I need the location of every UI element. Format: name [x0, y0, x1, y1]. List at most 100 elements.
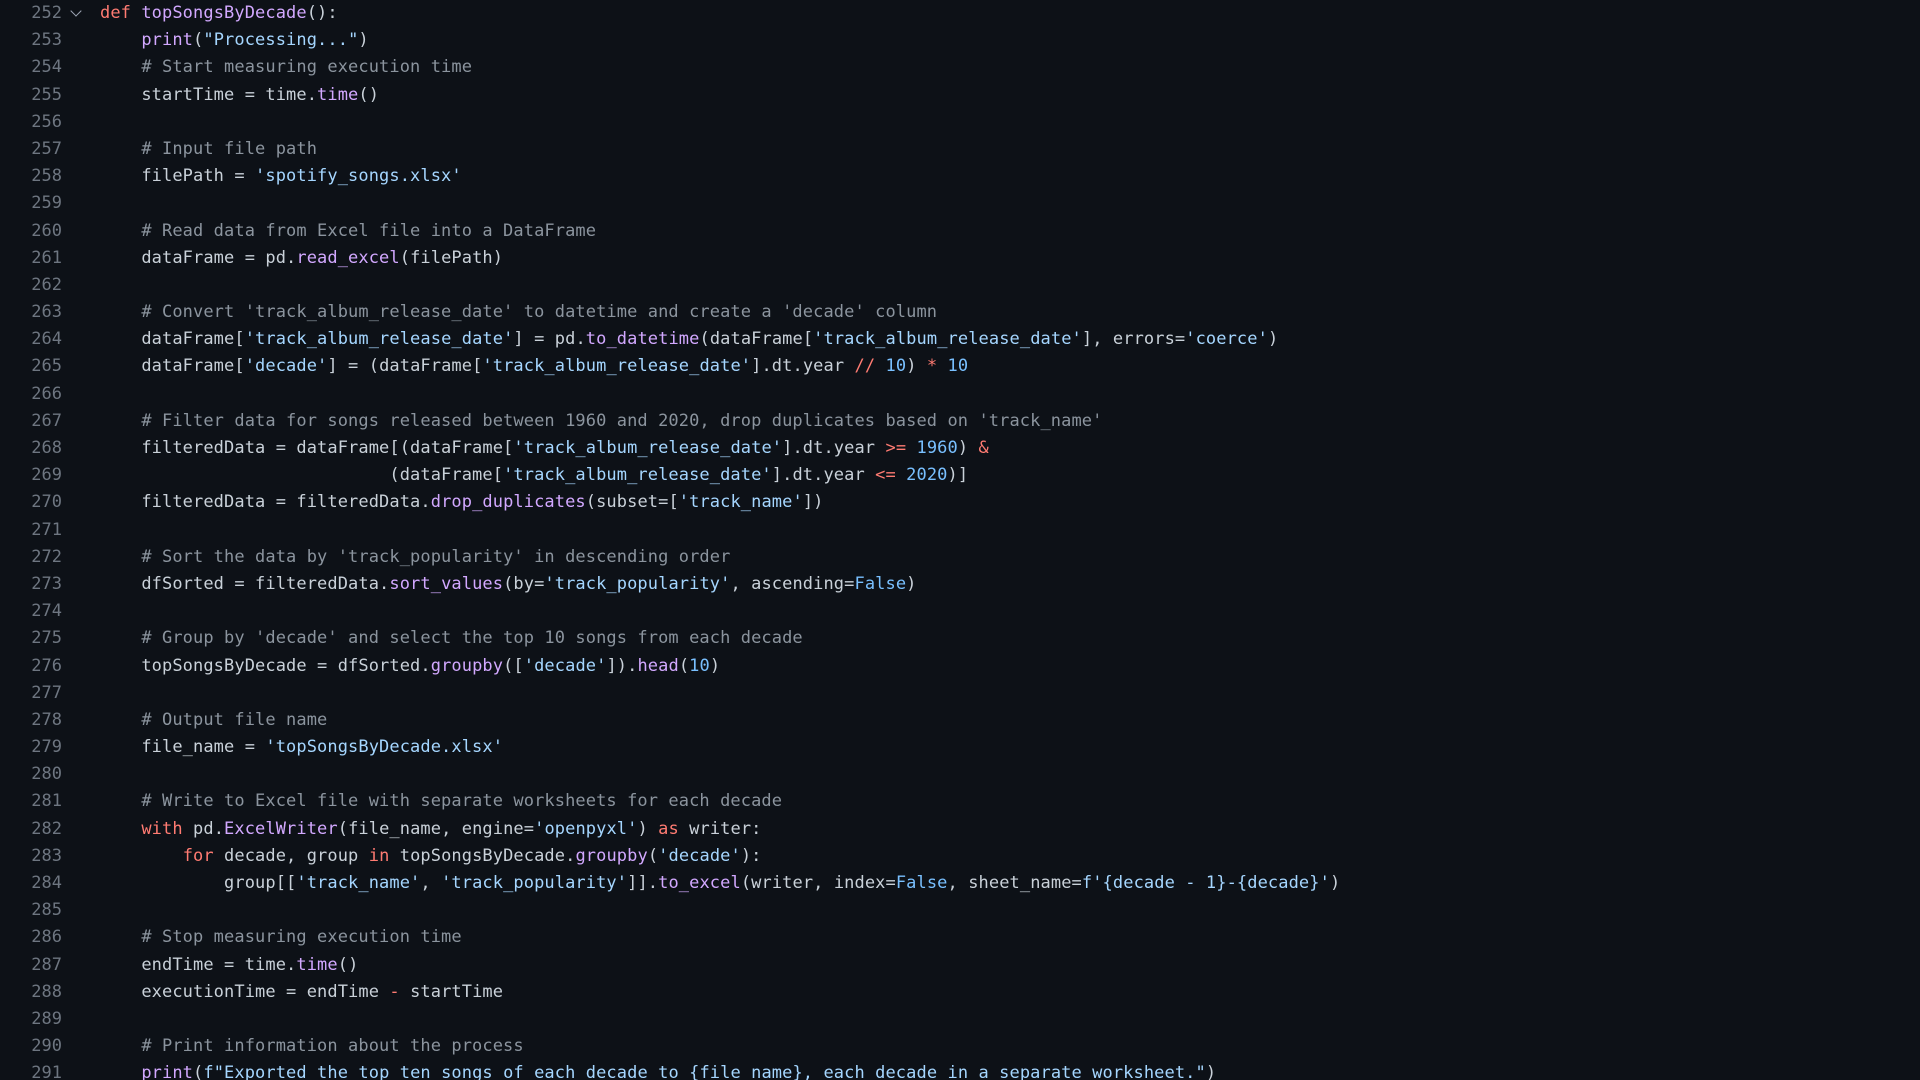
code-line[interactable]: 279 file_name = 'topSongsByDecade.xlsx': [0, 734, 1920, 761]
code-line[interactable]: 254 # Start measuring execution time: [0, 54, 1920, 81]
code-line[interactable]: 265 dataFrame['decade'] = (dataFrame['tr…: [0, 353, 1920, 380]
code-line-content[interactable]: # Convert 'track_album_release_date' to …: [92, 299, 1920, 326]
code-line[interactable]: 270 filteredData = filteredData.drop_dup…: [0, 489, 1920, 516]
code-lines-container[interactable]: 252 def topSongsByDecade(): 253 print("Pro…: [0, 0, 1920, 1080]
code-line[interactable]: 280: [0, 761, 1920, 788]
code-line[interactable]: 284 group[['track_name', 'track_populari…: [0, 870, 1920, 897]
code-line[interactable]: 281 # Write to Excel file with separate …: [0, 788, 1920, 815]
code-token-comment: # Group by 'decade' and select the top 1…: [100, 628, 803, 649]
code-token-punct: (: [699, 329, 710, 350]
code-line-content[interactable]: executionTime = endTime - startTime: [92, 979, 1920, 1006]
code-line[interactable]: 263 # Convert 'track_album_release_date'…: [0, 299, 1920, 326]
code-token-var: decade, group: [213, 845, 369, 866]
code-line-content[interactable]: # Write to Excel file with separate work…: [92, 788, 1920, 815]
code-line[interactable]: 286 # Stop measuring execution time: [0, 924, 1920, 951]
code-line-content[interactable]: # Read data from Excel file into a DataF…: [92, 218, 1920, 245]
code-line-content[interactable]: def topSongsByDecade():: [92, 0, 1920, 27]
code-token-var: dataFrame[: [100, 356, 245, 377]
code-line[interactable]: 262: [0, 272, 1920, 299]
code-line[interactable]: 255 startTime = time.time(): [0, 82, 1920, 109]
line-number: 270: [31, 492, 62, 513]
code-line[interactable]: 259: [0, 190, 1920, 217]
code-line-content[interactable]: (dataFrame['track_album_release_date'].d…: [92, 462, 1920, 489]
code-line[interactable]: 274: [0, 598, 1920, 625]
code-line[interactable]: 261 dataFrame = pd.read_excel(filePath): [0, 245, 1920, 272]
code-line-content[interactable]: for decade, group in topSongsByDecade.gr…: [92, 843, 1920, 870]
code-line-content[interactable]: # Output file name: [92, 707, 1920, 734]
code-line-content[interactable]: # Start measuring execution time: [92, 54, 1920, 81]
code-line-content[interactable]: # Filter data for songs released between…: [92, 408, 1920, 435]
code-line[interactable]: 260 # Read data from Excel file into a D…: [0, 218, 1920, 245]
line-number: 275: [31, 628, 62, 649]
code-line[interactable]: 258 filePath = 'spotify_songs.xlsx': [0, 163, 1920, 190]
code-token-module: pd: [265, 247, 287, 268]
code-token-var: ] =: [513, 329, 555, 350]
code-token-comment: # Output file name: [100, 709, 328, 730]
code-token-string: 'track_album_release_date': [244, 329, 514, 350]
code-line-content[interactable]: print("Processing..."): [92, 27, 1920, 54]
code-line[interactable]: 275 # Group by 'decade' and select the t…: [0, 625, 1920, 652]
code-token-comment: # Convert 'track_album_release_date' to …: [100, 302, 938, 323]
code-token-var: file_name =: [100, 737, 266, 758]
code-line-content[interactable]: filteredData = dataFrame[(dataFrame['tra…: [92, 435, 1920, 462]
code-token-punct: .: [213, 818, 225, 839]
code-line[interactable]: 283 for decade, group in topSongsByDecad…: [0, 843, 1920, 870]
code-token-var: topSongsByDecade: [389, 845, 566, 866]
code-line[interactable]: 252 def topSongsByDecade():: [0, 0, 1920, 27]
code-line-content[interactable]: endTime = time.time(): [92, 952, 1920, 979]
code-line-content[interactable]: # Input file path: [92, 136, 1920, 163]
code-line[interactable]: 277: [0, 680, 1920, 707]
code-line[interactable]: 285: [0, 897, 1920, 924]
code-token-var: filePath: [410, 247, 493, 268]
code-token-var: group[[: [100, 873, 297, 893]
code-token-var: ].dt.year: [751, 356, 855, 377]
code-line[interactable]: 278 # Output file name: [0, 707, 1920, 734]
code-token-module: pd: [182, 818, 214, 839]
code-line[interactable]: 289: [0, 1006, 1920, 1033]
code-token-comment: # Read data from Excel file into a DataF…: [100, 220, 597, 241]
code-line[interactable]: 256: [0, 109, 1920, 136]
code-line-content[interactable]: dataFrame = pd.read_excel(filePath): [92, 245, 1920, 272]
code-line[interactable]: 271: [0, 517, 1920, 544]
line-number: 280: [31, 764, 62, 785]
code-line-content[interactable]: startTime = time.time(): [92, 82, 1920, 109]
code-line[interactable]: 273 dfSorted = filteredData.sort_values(…: [0, 571, 1920, 598]
line-number: 284: [31, 873, 62, 893]
code-line[interactable]: 282 with pd.ExcelWriter(file_name, engin…: [0, 816, 1920, 843]
line-number: 268: [31, 438, 62, 458]
code-line[interactable]: 268 filteredData = dataFrame[(dataFrame[…: [0, 435, 1920, 462]
chevron-down-icon[interactable]: [62, 0, 92, 27]
code-line[interactable]: 266: [0, 381, 1920, 408]
line-number: 281: [31, 791, 62, 812]
code-line-content[interactable]: topSongsByDecade = dfSorted.groupby(['de…: [92, 653, 1920, 680]
code-token-string: f'{decade - 1}-{decade}': [1081, 873, 1330, 893]
code-line[interactable]: 291 print(f"Exported the top ten songs o…: [0, 1060, 1920, 1080]
code-line-content[interactable]: filteredData = filteredData.drop_duplica…: [92, 489, 1920, 516]
code-line-content[interactable]: group[['track_name', 'track_popularity']…: [92, 870, 1920, 897]
code-line-content[interactable]: dfSorted = filteredData.sort_values(by='…: [92, 571, 1920, 598]
code-line[interactable]: 267 # Filter data for songs released bet…: [0, 408, 1920, 435]
code-line-content[interactable]: # Sort the data by 'track_popularity' in…: [92, 544, 1920, 571]
code-line[interactable]: 288 executionTime = endTime - startTime: [0, 979, 1920, 1006]
code-line-content[interactable]: dataFrame['track_album_release_date'] = …: [92, 326, 1920, 353]
code-token-var: ].dt.year: [771, 465, 876, 486]
code-line[interactable]: 253 print("Processing..."): [0, 27, 1920, 54]
code-line-content[interactable]: # Group by 'decade' and select the top 1…: [92, 625, 1920, 652]
line-number: 266: [31, 383, 62, 404]
code-line-content[interactable]: with pd.ExcelWriter(file_name, engine='o…: [92, 816, 1920, 843]
code-editor-pane[interactable]: 252 def topSongsByDecade(): 253 print("Pro…: [0, 0, 1920, 1080]
code-line[interactable]: 272 # Sort the data by 'track_popularity…: [0, 544, 1920, 571]
code-line-content[interactable]: dataFrame['decade'] = (dataFrame['track_…: [92, 353, 1920, 380]
code-line[interactable]: 290 # Print information about the proces…: [0, 1033, 1920, 1060]
code-token-var: dataFrame[: [100, 329, 245, 350]
code-line-content[interactable]: # Print information about the process: [92, 1033, 1920, 1060]
code-line-content[interactable]: filePath = 'spotify_songs.xlsx': [92, 163, 1920, 190]
code-line-content[interactable]: file_name = 'topSongsByDecade.xlsx': [92, 734, 1920, 761]
code-line[interactable]: 264 dataFrame['track_album_release_date'…: [0, 326, 1920, 353]
code-line[interactable]: 257 # Input file path: [0, 136, 1920, 163]
code-line[interactable]: 287 endTime = time.time(): [0, 952, 1920, 979]
code-line-content[interactable]: # Stop measuring execution time: [92, 924, 1920, 951]
code-line[interactable]: 276 topSongsByDecade = dfSorted.groupby(…: [0, 653, 1920, 680]
code-line-content[interactable]: print(f"Exported the top ten songs of ea…: [92, 1060, 1920, 1080]
code-line[interactable]: 269 (dataFrame['track_album_release_date…: [0, 462, 1920, 489]
